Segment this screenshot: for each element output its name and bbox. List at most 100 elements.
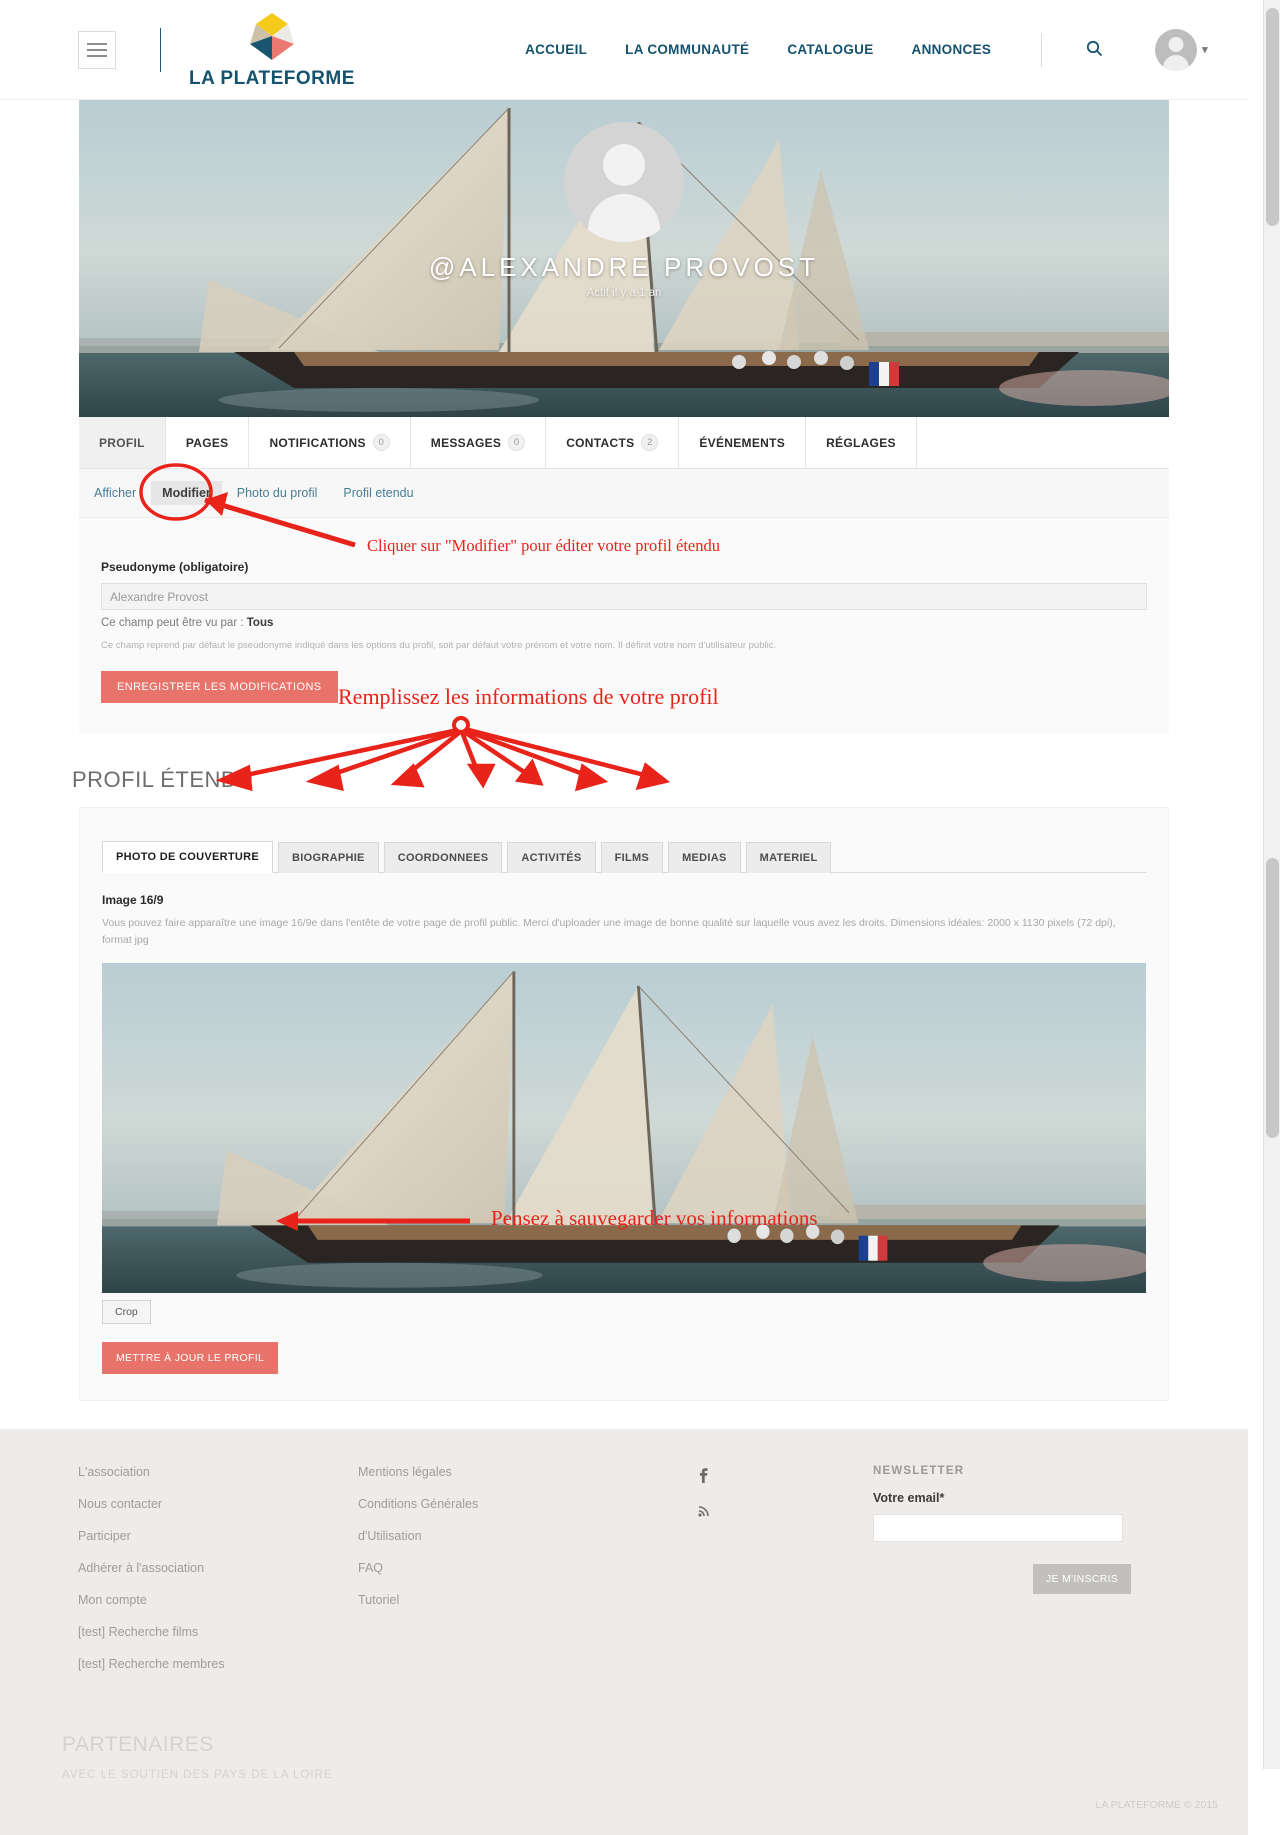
search-icon[interactable] [1086,40,1103,60]
footer-column-2: Mentions légales Conditions Générales d'… [358,1465,698,1671]
account-menu[interactable]: ▾ [1155,28,1208,71]
nav-separator [1041,32,1043,67]
copyright-text: LA PLATEFORME © 2015 [1095,1798,1218,1811]
scrollbar-thumb[interactable] [1266,858,1279,1138]
tab-contacts[interactable]: CONTACTS 2 [546,417,680,468]
image-format-description: Vous pouvez faire apparaître une image 1… [102,917,1116,947]
visibility-prefix: Ce champ peut être vu par : [101,617,247,629]
xtab-coordonnees[interactable]: COORDONNEES [383,842,503,874]
footer-link-adherer[interactable]: Adhérer à l'association [78,1561,358,1575]
subnav-item-photo-du-profil[interactable]: Photo du profil [226,481,329,505]
site-header: LA PLATEFORME ACCUEIL LA COMMUNAUTÉ CATA… [0,0,1248,100]
xtab-materiel[interactable]: MATERIEL [745,842,832,874]
subnav-item-afficher[interactable]: Afficher [83,481,147,505]
notifications-count-badge: 0 [372,434,390,451]
footer-columns: L'association Nous contacter Participer … [0,1465,1248,1671]
partners-section: PARTENAIRES AVEC LE SOUTIEN DES PAYS DE … [0,1671,1248,1781]
footer-link-faq[interactable]: FAQ [358,1561,698,1575]
header-divider [160,27,161,72]
tab-reglages-label: RÉGLAGES [826,435,896,450]
page-title: PROFIL ÉTENDU [72,767,254,793]
nav-item-communaute[interactable]: LA COMMUNAUTÉ [625,42,749,57]
footer-link-nous-contacter[interactable]: Nous contacter [78,1497,358,1511]
partners-title: PARTENAIRES [62,1732,214,1756]
profile-last-active: Actif il y a 1 an [586,287,662,299]
tab-profil[interactable]: PROFIL [79,417,166,468]
tab-messages-label: MESSAGES [430,435,502,450]
brand-logo[interactable]: LA PLATEFORME [189,10,355,90]
tab-reglages[interactable]: RÉGLAGES [806,417,917,468]
extended-tab-bar: PHOTO DE COUVERTURE BIOGRAPHIE COORDONNE… [102,840,1146,874]
newsletter-subscribe-button[interactable]: JE M'INSCRIS [1033,1563,1132,1594]
tab-pages-label: PAGES [185,435,229,450]
tab-notifications-label: NOTIFICATIONS [269,435,366,450]
logo-mark-icon [236,10,308,66]
profile-handle: @ALEXANDRE PROVOST [428,252,820,282]
tab-profil-label: PROFIL [99,435,145,450]
pseudonyme-input[interactable] [101,583,1147,610]
profile-tab-bar: PROFIL PAGES NOTIFICATIONS 0 MESSAGES 0 … [79,417,1169,469]
main-nav: ACCUEIL LA COMMUNAUTÉ CATALOGUE ANNONCES… [525,28,1248,71]
annotation-label-remplissez: Remplissez les informations de votre pro… [338,684,719,709]
footer-link-mentions-legales[interactable]: Mentions légales [358,1465,698,1479]
partners-subtitle: AVEC LE SOUTIEN DES PAYS DE LA LOIRE [62,1768,333,1781]
crop-button[interactable]: Crop [102,1299,151,1324]
newsletter-email-label: Votre email* [873,1490,945,1505]
subnav-item-profil-etendu[interactable]: Profil etendu [332,481,424,505]
visibility-value: Tous [246,617,274,629]
scrollbar-thumb-top[interactable] [1266,8,1279,226]
newsletter-title: NEWSLETTER [873,1464,965,1477]
footer-link-association[interactable]: L'association [78,1465,358,1479]
footer-link-utilisation[interactable]: d'Utilisation [358,1529,698,1543]
annotation-label-modifier: Cliquer sur "Modifier" pour éditer votre… [367,536,721,555]
tab-contacts-label: CONTACTS [566,435,635,450]
xtab-photo-de-couverture[interactable]: PHOTO DE COUVERTURE [102,841,274,874]
footer-link-recherche-films[interactable]: [test] Recherche films [78,1625,358,1639]
footer-column-1: L'association Nous contacter Participer … [78,1465,358,1671]
nav-item-annonces[interactable]: ANNONCES [912,42,992,57]
brand-name: LA PLATEFORME [189,67,355,89]
nav-item-accueil[interactable]: ACCUEIL [525,42,587,57]
tab-evenements-label: ÉVÉNEMENTS [699,435,786,450]
page-scrollbar[interactable] [1263,0,1280,1769]
footer-link-participer[interactable]: Participer [78,1529,358,1543]
footer-link-tutoriel[interactable]: Tutoriel [358,1593,698,1607]
facebook-icon[interactable] [698,1465,873,1487]
newsletter-block: NEWSLETTER Votre email* JE M'INSCRIS [873,1464,1132,1671]
tab-evenements[interactable]: ÉVÉNEMENTS [679,417,807,468]
xtab-biographie[interactable]: BIOGRAPHIE [278,842,379,874]
annotation-label-sauvegarder: Pensez à sauvegarder vos informations [491,1206,818,1230]
xtab-medias[interactable]: MEDIAS [668,842,741,874]
page-root: LA PLATEFORME ACCUEIL LA COMMUNAUTÉ CATA… [0,0,1248,1835]
chevron-down-icon[interactable]: ▾ [1202,43,1208,56]
nav-item-catalogue[interactable]: CATALOGUE [787,42,873,57]
tab-pages[interactable]: PAGES [166,417,250,468]
newsletter-email-input[interactable] [873,1513,1123,1542]
footer-social-column [698,1465,873,1671]
xtab-activites[interactable]: ACTIVITÉS [507,842,596,874]
visibility-note: Ce champ peut être vu par : Tous [101,617,1147,629]
footer-link-recherche-membres[interactable]: [test] Recherche membres [78,1657,358,1671]
footer-link-mon-compte[interactable]: Mon compte [78,1593,358,1607]
site-footer: L'association Nous contacter Participer … [0,1428,1248,1835]
subnav-item-modifier[interactable]: Modifier [151,481,222,505]
image-format-heading: Image 16/9 [102,893,164,908]
cover-overlay: @ALEXANDRE PROVOST Actif il y a 1 an [79,100,1169,417]
tab-notifications[interactable]: NOTIFICATIONS 0 [249,417,411,468]
avatar[interactable] [1155,28,1198,71]
cover-image-preview[interactable] [102,962,1146,1293]
cover-photo-banner: @ALEXANDRE PROVOST Actif il y a 1 an [79,100,1169,417]
save-changes-button[interactable]: ENREGISTRER LES MODIFICATIONS [101,671,338,704]
profile-avatar[interactable] [564,122,684,242]
messages-count-badge: 0 [508,434,526,451]
tab-messages[interactable]: MESSAGES 0 [411,417,547,468]
footer-link-conditions-generales[interactable]: Conditions Générales [358,1497,698,1511]
hamburger-icon[interactable] [78,30,116,69]
pseudonyme-helper-text: Ce champ reprend par défaut le pseudonym… [101,640,777,651]
rss-icon[interactable] [698,1503,873,1521]
update-profile-button[interactable]: METTRE À JOUR LE PROFIL [102,1341,279,1374]
profile-subnav: Afficher Modifier Photo du profil Profil… [83,481,425,505]
contacts-count-badge: 2 [641,434,659,451]
pseudonyme-label: Pseudonyme (obligatoire) [101,560,249,574]
xtab-films[interactable]: FILMS [600,842,664,874]
